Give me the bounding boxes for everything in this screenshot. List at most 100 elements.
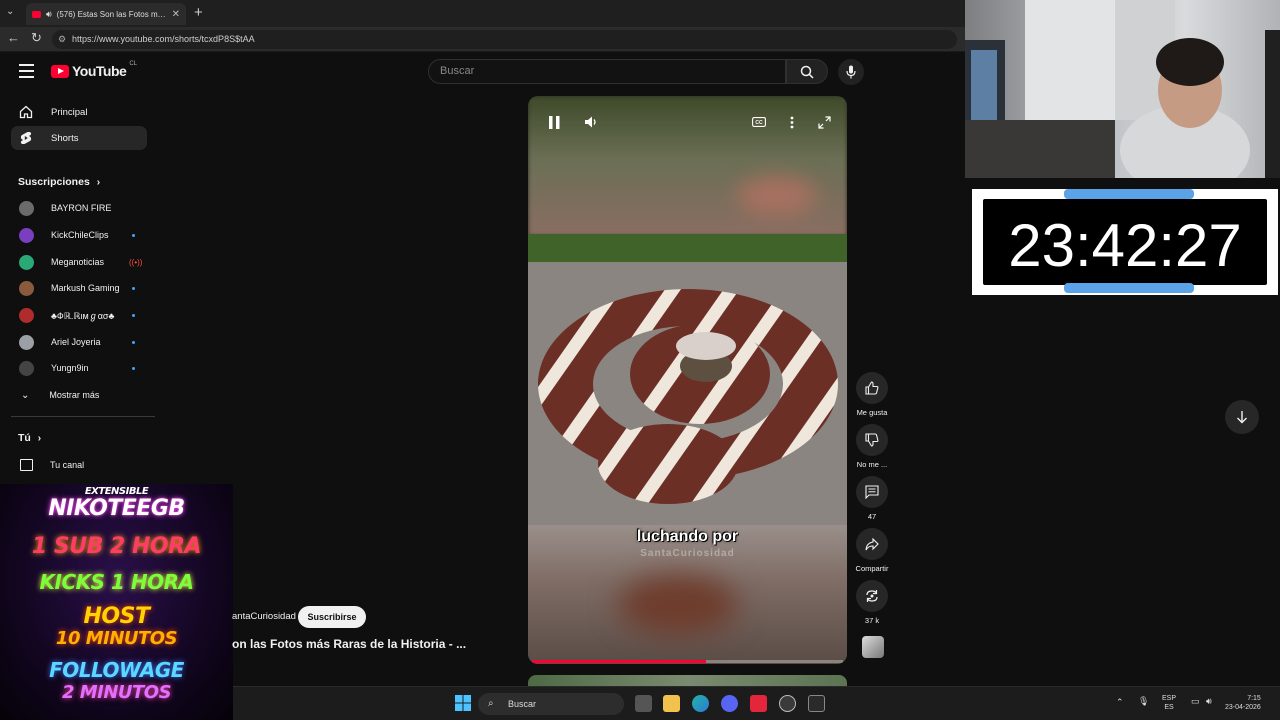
- dislike-label: No me ...: [856, 460, 888, 469]
- menu-icon[interactable]: [19, 64, 34, 78]
- search-icon: ⌕: [488, 698, 494, 709]
- subscribe-button[interactable]: Suscribirse: [298, 606, 366, 628]
- stream-promo-overlay: EXTENSIBLE NIKOTEEGB 1 SUB 2 HORA KICKS …: [0, 484, 233, 720]
- dislike-button[interactable]: No me ...: [855, 424, 889, 469]
- youtube-favicon-icon: [32, 10, 41, 18]
- sound-thumbnail[interactable]: [862, 636, 884, 658]
- edge-browser-icon[interactable]: [692, 695, 709, 712]
- video-title[interactable]: on las Fotos más Raras de la Historia - …: [232, 637, 466, 651]
- show-more-label: Mostrar más: [49, 390, 100, 400]
- network-icon[interactable]: ▭: [1191, 696, 1200, 707]
- new-content-dot: [132, 233, 135, 237]
- clock-time: 7:15: [1247, 695, 1261, 702]
- system-clock[interactable]: 7:15 23-04-2026: [1225, 694, 1261, 712]
- youtube-play-icon: [51, 64, 69, 78]
- subscription-name: Meganoticias: [51, 257, 105, 267]
- back-icon[interactable]: ←: [7, 30, 20, 45]
- your-channel-label: Tu canal: [50, 460, 85, 470]
- like-circle: [856, 372, 888, 404]
- show-more-button[interactable]: ⌄ Mostrar más: [11, 384, 147, 406]
- comments-count: 47: [867, 512, 877, 521]
- subscription-item[interactable]: Markush Gaming: [11, 277, 147, 299]
- more-options-button[interactable]: [783, 113, 801, 131]
- file-explorer-icon[interactable]: [663, 695, 680, 712]
- sidebar-item-label: Shorts: [51, 132, 79, 144]
- avatar: [19, 334, 34, 350]
- subscription-name: Yungn9in: [51, 363, 89, 373]
- lang-line: ESP: [1162, 695, 1177, 702]
- browser-tab[interactable]: 🔊︎ (576) Estas Son las Fotos más Ra ✕: [26, 3, 186, 25]
- subscription-item[interactable]: KickChileClips: [11, 224, 147, 246]
- windows-start-icon[interactable]: [455, 695, 471, 711]
- app-icon[interactable]: [750, 695, 767, 712]
- video-progress-bar[interactable]: [532, 660, 843, 663]
- pause-button[interactable]: [544, 112, 564, 132]
- voice-search-button[interactable]: [838, 59, 864, 85]
- volume-icon: [585, 116, 596, 128]
- subscription-item[interactable]: BAYRON FIRE: [11, 197, 147, 219]
- search-button[interactable]: [786, 59, 828, 84]
- remix-button[interactable]: 37 k: [855, 580, 889, 625]
- remix-circle: [856, 580, 888, 612]
- new-tab-icon[interactable]: +: [194, 4, 203, 21]
- svg-text:CC: CC: [755, 120, 763, 126]
- remix-count: 37 k: [864, 616, 880, 625]
- timer-decoration-bar: [1064, 189, 1194, 199]
- next-short-preview[interactable]: [528, 675, 847, 686]
- subscriptions-title: Suscripciones: [18, 176, 90, 188]
- chevron-down-icon: ⌄: [21, 389, 30, 401]
- close-tab-icon[interactable]: ✕: [172, 9, 180, 20]
- channel-name[interactable]: antaCuriosidad: [232, 611, 296, 622]
- tab-list-icon[interactable]: ⌄: [6, 6, 14, 17]
- thumbs-down-icon: [865, 433, 879, 447]
- subscriptions-heading[interactable]: Suscripciones ›: [18, 176, 100, 188]
- language-indicator[interactable]: ESP ES: [1162, 694, 1176, 712]
- you-heading[interactable]: Tú ›: [18, 432, 41, 444]
- speaker-icon[interactable]: 🔊︎: [46, 9, 52, 20]
- shorts-player[interactable]: luchando por SantaCuriosidad CC: [528, 96, 847, 664]
- sidebar-item-principal[interactable]: Principal: [11, 100, 147, 124]
- remix-icon: [866, 590, 878, 602]
- sidebar-divider: [11, 416, 155, 417]
- search-icon: [800, 65, 814, 79]
- youtube-logo[interactable]: YouTube CL: [51, 61, 137, 79]
- promo-line: FOLLOWAGE: [49, 658, 184, 682]
- sidebar-item-label: Principal: [51, 106, 88, 118]
- lang-line: ES: [1164, 704, 1174, 711]
- new-content-dot: [132, 366, 135, 370]
- subscription-item[interactable]: ♣Фℝ.ℝιмℊασ♣: [11, 304, 147, 326]
- site-info-icon[interactable]: ⚙: [58, 30, 66, 49]
- chevron-up-icon[interactable]: ⌃: [1116, 697, 1124, 708]
- timer-panel: 23:42:27: [983, 199, 1267, 285]
- promo-line: KICKS 1 HORA: [39, 570, 194, 594]
- sidebar-item-shorts[interactable]: Shorts: [11, 126, 147, 150]
- taskbar-search[interactable]: ⌕ Buscar: [478, 693, 624, 715]
- avatar: [19, 360, 34, 376]
- epic-games-icon[interactable]: [808, 695, 825, 712]
- like-button[interactable]: Me gusta: [855, 372, 889, 417]
- task-view-icon[interactable]: [635, 695, 652, 712]
- sidebar-item-your-channel[interactable]: Tu canal: [11, 454, 147, 476]
- chevron-right-icon: ›: [37, 433, 42, 444]
- share-button[interactable]: Compartir: [855, 528, 889, 573]
- volume-button[interactable]: [581, 112, 601, 132]
- next-video-button[interactable]: [1225, 400, 1259, 434]
- reload-icon[interactable]: ↻: [31, 30, 42, 46]
- subscription-item[interactable]: Ariel Joyeria: [11, 331, 147, 353]
- arrow-down-icon: [1237, 411, 1247, 424]
- microphone-icon[interactable]: 🎙︎: [1138, 696, 1149, 707]
- search-input[interactable]: Buscar: [428, 59, 786, 84]
- discord-icon[interactable]: [721, 695, 738, 712]
- comments-button[interactable]: 47: [855, 476, 889, 521]
- fullscreen-button[interactable]: [815, 113, 833, 131]
- volume-icon[interactable]: 🔊︎: [1206, 696, 1212, 707]
- country-code: CL: [129, 61, 137, 67]
- obs-icon[interactable]: [779, 695, 796, 712]
- expand-icon: [817, 115, 831, 129]
- new-content-dot: [132, 313, 135, 317]
- subscription-item[interactable]: Yungn9in: [11, 357, 147, 379]
- subscription-item[interactable]: Meganoticias ((•)): [11, 251, 147, 273]
- url-field[interactable]: ⚙ https://www.youtube.com/shorts/tcxdP8S…: [52, 30, 957, 49]
- avatar: [19, 307, 34, 323]
- captions-button[interactable]: CC: [750, 113, 768, 131]
